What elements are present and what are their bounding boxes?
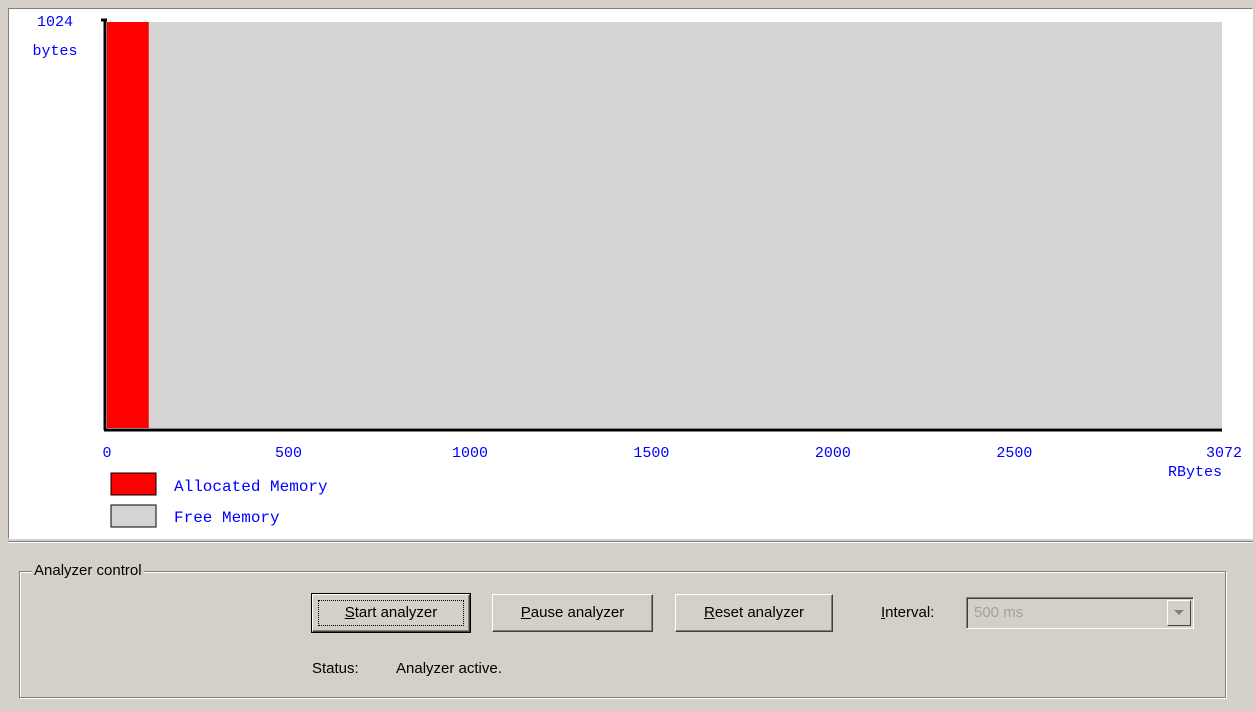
legend-swatch-allocated	[110, 472, 157, 496]
start-label: tart analyzer	[354, 604, 438, 621]
x-tick-label: 0	[102, 445, 111, 462]
x-tick-label: 500	[275, 445, 302, 462]
legend-label-allocated: Allocated Memory	[174, 478, 328, 496]
pause-analyzer-button[interactable]: Pause analyzer	[492, 594, 653, 632]
panel-divider	[8, 541, 1253, 543]
chevron-down-icon	[1174, 610, 1184, 615]
start-analyzer-button[interactable]: Start analyzer	[311, 593, 471, 633]
x-tick-label: 1000	[452, 445, 488, 462]
interval-label: Interval:	[881, 604, 934, 621]
x-tick-label: 1500	[633, 445, 669, 462]
memory-chart: 0 500 1000 1500 2000 2500 3072 1024 bytes RByt…	[32, 14, 1242, 528]
interval-label-text: nterval:	[885, 604, 935, 621]
reset-label: eset analyzer	[714, 604, 805, 621]
legend-swatch-free	[110, 504, 157, 528]
memory-chart-panel: 0 500 1000 1500 2000 2500 3072 1024 bytes RByt…	[8, 8, 1253, 539]
pause-label: ause analyzer	[530, 604, 625, 621]
x-tick-label: 2500	[996, 445, 1032, 462]
status-label: Status:	[312, 660, 359, 677]
x-tick-label: 2000	[815, 445, 851, 462]
x-axis-unit-label: RBytes	[1168, 464, 1222, 481]
analyzer-control-group	[19, 571, 1226, 698]
allocated-memory-bar	[107, 22, 149, 428]
reset-accel: R	[703, 604, 715, 621]
x-tick-label: 3072	[1206, 445, 1242, 462]
interval-select[interactable]: 500 ms	[966, 597, 1194, 629]
start-accel: S	[344, 604, 355, 621]
legend-label-free: Free Memory	[174, 509, 280, 527]
interval-value: 500 ms	[974, 604, 1024, 621]
y-axis-max-label: 1024	[37, 14, 73, 31]
pause-accel: P	[520, 604, 531, 621]
dropdown-arrow-button[interactable]	[1167, 600, 1191, 626]
reset-analyzer-button[interactable]: Reset analyzer	[675, 594, 833, 632]
status-value: Analyzer active.	[396, 660, 502, 677]
free-memory-bar	[107, 22, 1222, 428]
analyzer-control-title: Analyzer control	[32, 562, 144, 579]
y-axis-unit-label: bytes	[32, 43, 77, 60]
